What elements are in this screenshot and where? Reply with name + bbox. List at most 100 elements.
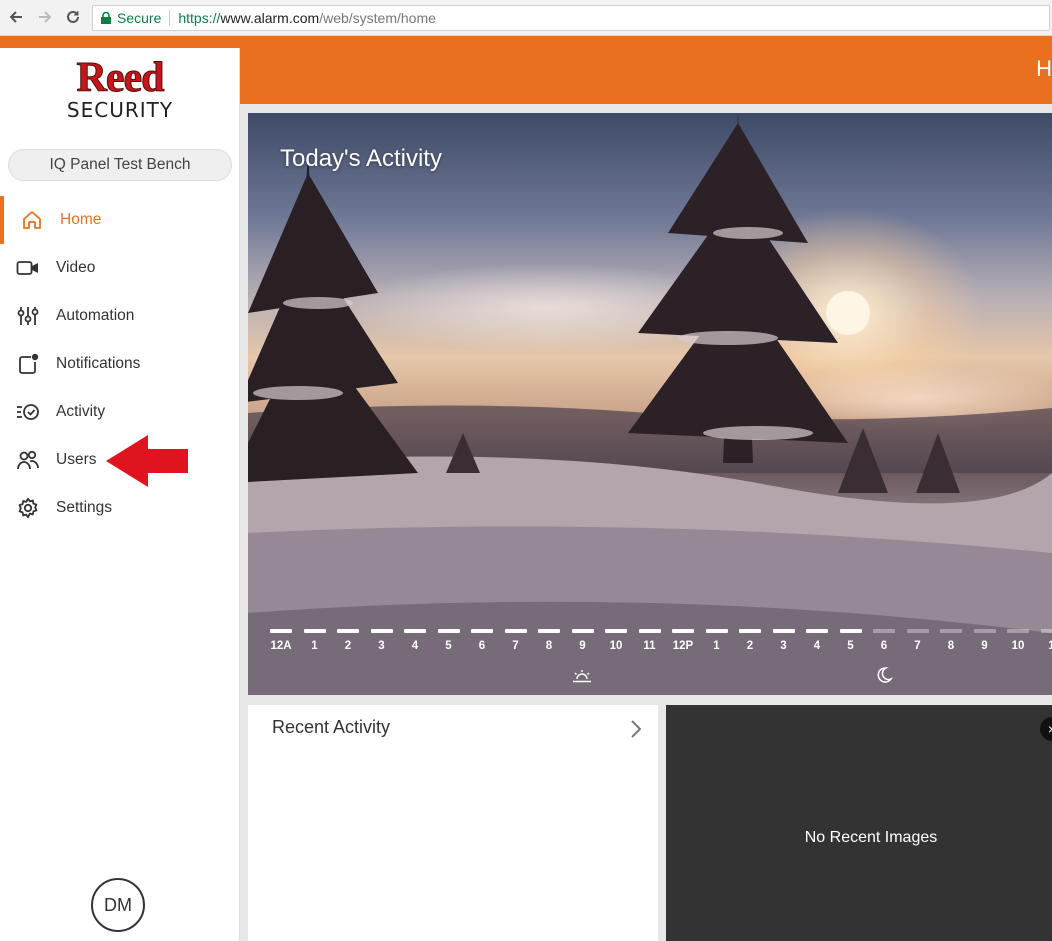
timeline-hour-label: 4 [411,640,419,652]
back-button[interactable] [6,7,26,27]
sidebar-item-home[interactable]: Home [0,196,240,244]
home-icon [20,208,44,232]
timeline-hour[interactable]: 7 [504,629,528,652]
system-selector[interactable]: IQ Panel Test Bench [8,149,232,181]
timeline-hour[interactable]: 9 [571,629,595,652]
timeline-hour-bar [672,629,694,633]
timeline-hour[interactable]: 5 [437,629,461,652]
chevron-right-icon[interactable] [630,719,642,739]
brand-tagline: SECURITY [66,98,174,122]
forward-button[interactable] [35,7,55,27]
timeline-hour[interactable]: 8 [939,629,963,652]
timeline-hour-bar [605,629,627,633]
timeline-hour[interactable]: 4 [805,629,829,652]
timeline-hour-bar [370,629,393,633]
timeline-hour[interactable]: 6 [872,629,896,652]
url-text: https://www.alarm.com/web/system/home [178,10,436,26]
sidebar-item-label: Settings [56,499,113,516]
sliders-icon [16,304,40,328]
timeline-hour-bar [973,629,996,633]
sidebar-item-automation[interactable]: Automation [0,292,240,340]
timeline-hour-label: 1 [311,640,318,652]
recent-activity-title: Recent Activity [272,717,391,737]
timeline-hour-bar [1040,629,1052,633]
url-path: /web/system/home [319,10,436,26]
gear-icon [16,496,40,520]
timeline-hour[interactable]: 11 [638,629,662,652]
timeline-hour[interactable]: 6 [470,629,494,652]
sidebar-item-notifications[interactable]: Notifications [0,340,240,388]
timeline-hour-label: 6 [880,640,888,652]
winter-landscape-image [248,113,1052,695]
timeline-hour-bar [906,629,929,633]
sidebar-item-label: Automation [56,307,135,324]
timeline-hour-bar [337,629,359,633]
sidebar-item-label: Activity [56,403,106,420]
timeline-hour-label: 7 [914,640,921,652]
activity-timeline[interactable]: 12A 1 2 3 4 5 6 7 8 9 10 11 12P 1 2 3 4 5 6 7 8 9 10 1 [269,629,1052,669]
timeline-hour[interactable]: 1 [303,629,327,652]
timeline-hour[interactable]: 12A [269,629,293,652]
moon-icon [877,667,893,683]
timeline-hour-label: 8 [947,640,955,652]
timeline-hour-bar [806,629,828,633]
timeline-hour-bar [739,629,761,633]
timeline-hour-label: 5 [847,640,854,652]
annotation-arrow-icon [106,435,188,487]
timeline-hour-bar [471,629,493,633]
timeline-hour[interactable]: 2 [738,629,762,652]
sidebar-item-settings[interactable]: Settings [0,484,240,532]
recent-activity-card[interactable]: Recent Activity [248,705,658,941]
timeline-hour[interactable]: 4 [403,629,427,652]
address-bar[interactable]: Secure https://www.alarm.com/web/system/… [92,5,1050,31]
timeline-hour[interactable]: 10 [604,629,628,652]
timeline-hour-bar [638,629,661,633]
timeline-hour[interactable]: 3 [370,629,394,652]
timeline-hour-bar [940,629,962,633]
timeline-hour[interactable]: 5 [839,629,863,652]
todays-activity-panel: Today's Activity 12A 1 2 3 4 5 6 7 8 9 10 11 12P 1 2 3 4… [248,113,1052,695]
close-icon: × [1048,721,1052,737]
sidebar-item-activity[interactable]: Activity [0,388,240,436]
timeline-hour[interactable]: 2 [336,629,360,652]
timeline-hour-bar [270,629,292,633]
url-host: www.alarm.com [220,10,320,26]
url-separator [169,10,171,26]
browser-toolbar: Secure https://www.alarm.com/web/system/… [0,0,1052,36]
timeline-hour-label: 3 [378,640,385,652]
reload-button[interactable] [63,7,83,27]
timeline-hour-bar [303,629,326,633]
timeline-hour-label: 1 [713,640,720,652]
timeline-hour-label: 2 [746,640,754,652]
timeline-hour-label: 10 [1011,640,1025,652]
brand-logo[interactable]: Reed SECURITY [60,55,180,122]
timeline-hour-label: 10 [609,640,623,652]
user-initials: DM [104,894,132,915]
timeline-hour[interactable]: 12P [671,629,695,652]
timeline-hour[interactable]: 8 [537,629,561,652]
user-avatar[interactable]: DM [91,878,145,932]
timeline-hour-bar [705,629,728,633]
timeline-hour[interactable]: 1 [705,629,729,652]
timeline-hour[interactable]: 10 [1006,629,1030,652]
timeline-hour-label: 2 [344,640,352,652]
sidebar-item-label: Home [60,211,102,228]
timeline-hour[interactable]: 3 [772,629,796,652]
timeline-hour-label: 3 [780,640,787,652]
timeline-hour-bar [571,629,594,633]
video-camera-icon [16,256,40,280]
timeline-hour-label: 5 [445,640,452,652]
sidebar-item-video[interactable]: Video [0,244,240,292]
timeline-hour[interactable]: 9 [973,629,997,652]
close-button[interactable]: × [1040,717,1052,741]
timeline-hour-bar [437,629,460,633]
timeline-hour[interactable]: 7 [906,629,930,652]
timeline-hour-bar [839,629,862,633]
timeline-hour-label: 12P [672,640,694,652]
sidebar: Reed SECURITY IQ Panel Test Bench Home V… [0,48,240,941]
brand-name: Reed [76,55,165,101]
timeline-hour-label: 4 [813,640,821,652]
secure-indicator[interactable]: Secure [101,10,161,26]
timeline-hour[interactable]: 1 [1040,629,1052,652]
timeline-hour-label: 9 [579,640,586,652]
